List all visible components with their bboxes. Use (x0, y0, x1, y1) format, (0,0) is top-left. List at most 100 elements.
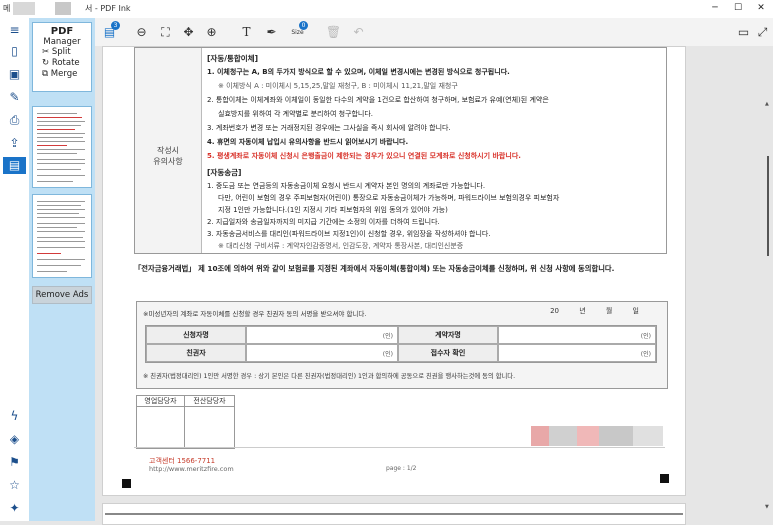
pages-icon[interactable]: ▤ (3, 157, 26, 174)
guardian-field[interactable]: (인) (246, 344, 398, 362)
fit-page-icon[interactable]: ⛶ (157, 24, 174, 41)
signature-box: ※미성년자의 계좌로 자동이체를 신청할 경우 친권자 동의 서명을 받으셔야 … (136, 301, 668, 389)
manager-subtitle: Manager (43, 37, 81, 47)
pen-tool-icon[interactable]: ✒ (263, 24, 280, 41)
staff-table: 영업담당자 전산담당자 (136, 395, 235, 449)
text-tool-icon[interactable]: T (238, 24, 255, 41)
redacted-title-block (13, 2, 35, 15)
pdf-page-1: 작성시 유의사항 [자동/통합이체] 1. 이체청구는 A, B의 두가지 방식… (102, 46, 686, 496)
auto-line-7: 5. 평생계좌로 자동이체 신청시 은행출금이 제한되는 경우가 있으니 연결된… (207, 152, 521, 160)
zoom-in-icon[interactable]: ⊕ (203, 24, 220, 41)
maximize-button[interactable]: ☐ (731, 3, 745, 13)
applicant-field[interactable]: (인) (246, 326, 398, 344)
pdf-page-2 (102, 503, 686, 525)
notice-label-column: 작성시 유의사항 (135, 48, 202, 253)
merge-icon: ⧉ (42, 69, 49, 79)
auto-transfer-header: [자동/통합이체] (207, 54, 258, 63)
auto-remit-header: [자동송금] (207, 168, 242, 177)
registration-mark (660, 474, 669, 483)
it-staff-header: 전산담당자 (185, 396, 234, 407)
redacted-block (531, 426, 549, 446)
title-bar: 메 서 - PDF Ink ─ ☐ ✕ (0, 0, 773, 18)
rotate-button[interactable]: ↻ Rotate (33, 58, 91, 69)
size-badge: 0 (299, 21, 308, 30)
sales-staff-header: 영업담당자 (137, 396, 184, 407)
consent-paragraph: 「전자금융거래법」 제 10조에 의하여 위와 같이 보험료를 지정된 계좌에서… (134, 264, 615, 273)
guardian-label: 친권자 (146, 344, 246, 362)
redacted-title-block (55, 2, 71, 15)
auto-line-4: 실효방지를 위하여 각 계약별로 분리하여 청구합니다. (218, 110, 374, 118)
remove-ads-button[interactable]: Remove Ads (32, 286, 92, 304)
undo-icon[interactable]: ↶ (350, 24, 367, 41)
vertical-scrollbar[interactable] (767, 156, 769, 256)
notice-label-line-1: 작성시 (156, 146, 180, 155)
pdf-manager-card: PDF Manager ✂ Split ↻ Rotate ⧉ Merge (32, 22, 92, 92)
rotate-icon: ↻ (42, 58, 50, 68)
receiver-field[interactable]: (인) (498, 344, 656, 362)
remit-line-1: 1. 중도금 또는 연금등의 자동송금이체 요청시 반드시 계약자 본인 명의의… (207, 182, 486, 190)
menu-icon[interactable]: ≡ (6, 22, 23, 39)
redacted-block (577, 426, 599, 446)
redacted-block (549, 426, 577, 446)
auto-line-3: 2. 통합이체는 이체계좌와 이체일이 동일한 다수의 계약을 1건으로 합산하… (207, 96, 549, 104)
toolbar: ▤ 3 ⊖ ⛶ ✥ ⊕ T ✒ Size 0 🗑 ↶ ▭ ⤢ (95, 18, 773, 47)
page-manager-panel: PDF Manager ✂ Split ↻ Rotate ⧉ Merge Rem… (29, 18, 95, 521)
page-thumbnail-2[interactable] (32, 194, 92, 278)
footer-rule (134, 447, 665, 448)
comment-icon[interactable]: ▭ (735, 24, 752, 41)
notice-box: 작성시 유의사항 [자동/통합이체] 1. 이체청구는 A, B의 두가지 방식… (134, 47, 667, 254)
guardian-consent-note: ※ 친권자(법정대리인) 1인만 서명한 경우 : 상기 본인은 다른 친권자(… (143, 373, 516, 380)
merge-button[interactable]: ⧉ Merge (33, 69, 91, 80)
redacted-block (599, 426, 633, 446)
delete-icon[interactable]: 🗑 (325, 24, 342, 41)
auto-line-2: ※ 이체방식 A : 미이체시 5,15,25,말일 재청구, B : 미이체시… (218, 82, 458, 90)
close-button[interactable]: ✕ (754, 3, 768, 13)
receiver-label: 접수자 확인 (398, 344, 498, 362)
auto-line-5: 3. 계좌번호가 변경 또는 거래정지된 경우에는 그사실을 즉시 회사에 알려… (207, 124, 451, 132)
edit-icon[interactable]: ✎ (6, 89, 23, 106)
auto-line-6: 4. 휴면의 자동이체 납입시 유의사항을 반드시 읽어보시기 바랍니다. (207, 138, 409, 146)
minimize-button[interactable]: ─ (708, 3, 722, 13)
redacted-block (633, 426, 663, 446)
save-icon[interactable]: ▣ (6, 66, 23, 83)
contractor-field[interactable]: (인) (498, 326, 656, 344)
notice-content: [자동/통합이체] 1. 이체청구는 A, B의 두가지 방식으로 할 수 있으… (202, 48, 666, 253)
window-title: 서 - PDF Ink (85, 4, 131, 13)
title-left-char: 메 (3, 4, 11, 13)
zoom-out-icon[interactable]: ⊖ (133, 24, 150, 41)
website-text: http://www.meritzfire.com (149, 465, 234, 473)
notice-label-line-2: 유의사항 (153, 157, 183, 166)
left-rail: ≡ ▯ ▣ ✎ ⎙ ⇪ ▤ ϟ ◈ ⚑ ☆ ✦ (0, 18, 30, 521)
manager-title: PDF (50, 26, 74, 37)
open-file-icon[interactable]: ▯ (6, 43, 23, 60)
minor-note: ※미성년자의 계좌로 자동이체를 신청할 경우 친권자 동의 서명을 받으셔야 … (143, 310, 367, 318)
feedback-icon[interactable]: ⚑ (6, 454, 23, 471)
page-number: page : 1/2 (386, 465, 417, 472)
share-icon[interactable]: ⇪ (6, 135, 23, 152)
registration-mark (122, 479, 131, 488)
document-viewer[interactable]: 작성시 유의사항 [자동/통합이체] 1. 이체청구는 A, B의 두가지 방식… (95, 46, 773, 525)
remit-line-3: 지정 1인만 가능합니다.(1인 지정시 기타 피보험자의 위임 동의가 있어야… (218, 206, 448, 214)
flash-icon[interactable]: ϟ (6, 408, 23, 425)
date-line: 20 년 월 일 (550, 307, 639, 315)
scroll-up-icon[interactable]: ▲ (765, 101, 769, 107)
page-thumbnail-1[interactable] (32, 106, 92, 188)
contractor-label: 계약자명 (398, 326, 498, 344)
scissors-icon: ✂ (42, 47, 50, 57)
remit-line-4: 2. 지급일자와 송금일자까지의 미지급 기간에는 소정의 이자를 더하여 드립… (207, 218, 440, 226)
remit-line-6: ※ 대리신청 구비서류 : 계약자인감증명서, 인감도장, 계약자 통장사본, … (218, 242, 464, 250)
applicant-label: 신청자명 (146, 326, 246, 344)
signature-table: 신청자명 (인) 계약자명 (인) 친권자 (인) 접수자 확인 (인) (145, 325, 657, 363)
remit-line-2: 다만, 어린이 보험의 경우 주피보험자(어린이) 통장으로 자동송금이체가 가… (218, 194, 560, 202)
auto-line-1: 1. 이체청구는 A, B의 두가지 방식으로 할 수 있으며, 이체일 변경시… (207, 68, 510, 76)
scroll-down-icon[interactable]: ▼ (765, 504, 769, 510)
layers-icon[interactable]: ◈ (6, 431, 23, 448)
print-icon[interactable]: ⎙ (6, 112, 23, 129)
split-button[interactable]: ✂ Split (33, 47, 91, 58)
fullscreen-icon[interactable]: ⤢ (754, 24, 771, 41)
pan-icon[interactable]: ✥ (180, 24, 197, 41)
star-icon[interactable]: ☆ (6, 477, 23, 494)
remit-line-5: 3. 자동송금서비스를 대리인(파워드라이브 지정1인)이 신청할 경우, 위임… (207, 230, 491, 238)
twitter-icon[interactable]: ✦ (6, 500, 23, 517)
page-count-badge: 3 (111, 21, 120, 30)
